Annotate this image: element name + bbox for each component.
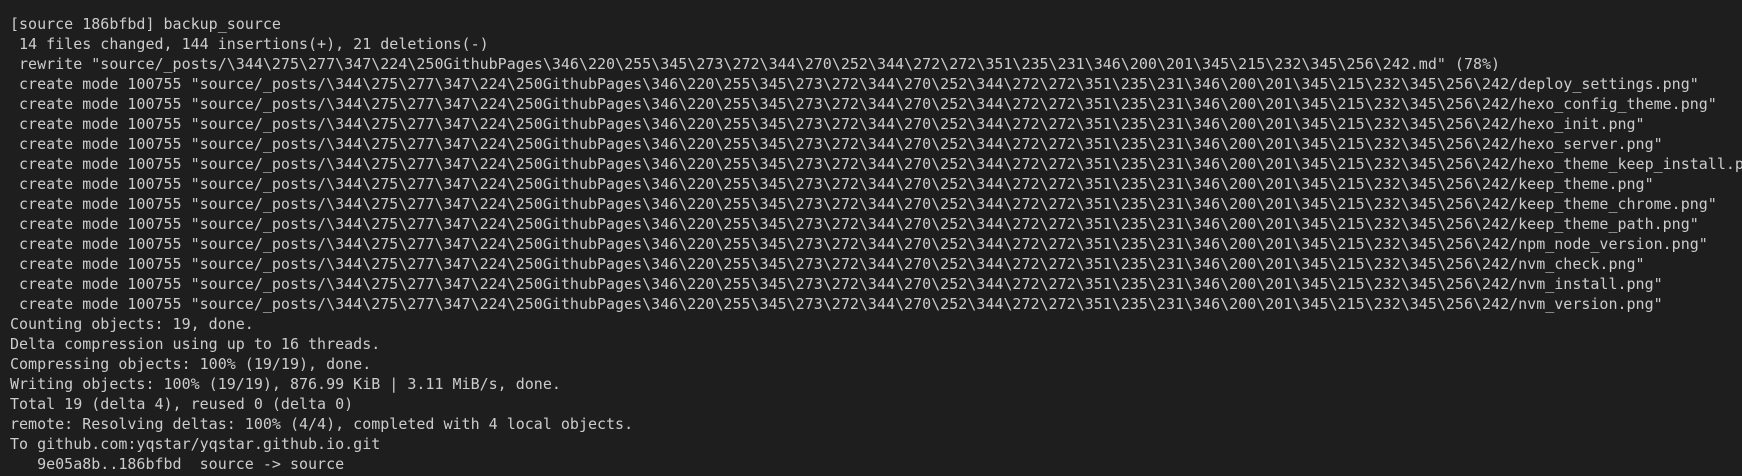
terminal-line-delta-compression: Delta compression using up to 16 threads…: [10, 335, 381, 353]
terminal-line-rewrite: rewrite "source/_posts/\344\275\277\347\…: [10, 55, 1501, 73]
terminal-line-create-mode: create mode 100755 "source/_posts/\344\2…: [10, 175, 1654, 193]
terminal-line-create-mode: create mode 100755 "source/_posts/\344\2…: [10, 95, 1717, 113]
terminal-line-create-mode: create mode 100755 "source/_posts/\344\2…: [10, 295, 1663, 313]
terminal-line-push-destination: To github.com:yqstar/yqstar.github.io.gi…: [10, 435, 381, 453]
terminal-line-create-mode: create mode 100755 "source/_posts/\344\2…: [10, 75, 1699, 93]
terminal-line-create-mode: create mode 100755 "source/_posts/\344\2…: [10, 255, 1645, 273]
terminal-line-ref-update: 9e05a8b..186bfbd source -> source: [10, 455, 345, 473]
terminal-line-counting-objects: Counting objects: 19, done.: [10, 315, 254, 333]
terminal-line-total: Total 19 (delta 4), reused 0 (delta 0): [10, 395, 354, 413]
terminal-line-create-mode: create mode 100755 "source/_posts/\344\2…: [10, 195, 1717, 213]
terminal-output[interactable]: [source 186bfbd] backup_source 14 files …: [0, 0, 1742, 476]
terminal-line-compressing-objects: Compressing objects: 100% (19/19), done.: [10, 355, 372, 373]
terminal-line-files-changed: 14 files changed, 144 insertions(+), 21 …: [10, 35, 489, 53]
terminal-line-create-mode: create mode 100755 "source/_posts/\344\2…: [10, 235, 1708, 253]
terminal-line-commit-header: [source 186bfbd] backup_source: [10, 15, 281, 33]
terminal-line-create-mode: create mode 100755 "source/_posts/\344\2…: [10, 135, 1663, 153]
terminal-line-create-mode: create mode 100755 "source/_posts/\344\2…: [10, 275, 1663, 293]
terminal-line-remote-resolving: remote: Resolving deltas: 100% (4/4), co…: [10, 415, 634, 433]
terminal-line-create-mode: create mode 100755 "source/_posts/\344\2…: [10, 115, 1645, 133]
terminal-line-create-mode: create mode 100755 "source/_posts/\344\2…: [10, 215, 1699, 233]
terminal-line-writing-objects: Writing objects: 100% (19/19), 876.99 Ki…: [10, 375, 561, 393]
terminal-line-create-mode: create mode 100755 "source/_posts/\344\2…: [10, 155, 1742, 173]
